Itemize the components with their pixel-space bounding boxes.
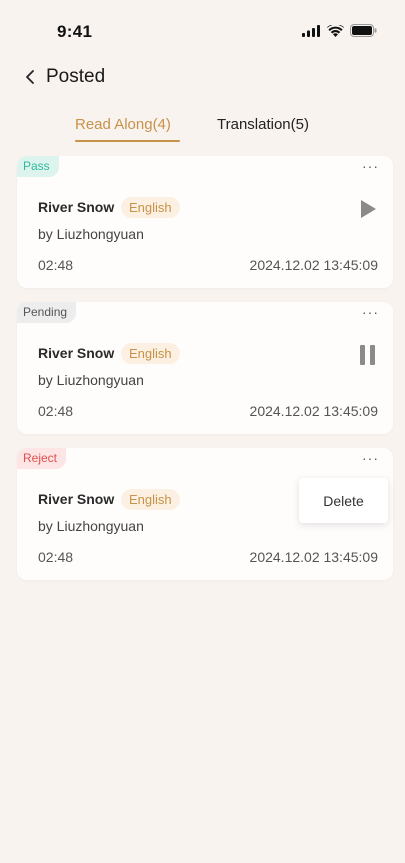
song-title: River Snow	[38, 491, 115, 507]
pause-button[interactable]	[357, 344, 379, 366]
page-title: Posted	[46, 66, 106, 87]
duration: 02:48	[38, 403, 74, 419]
song-title: River Snow	[38, 199, 115, 215]
back-button[interactable]	[20, 64, 40, 90]
tab-bar: Read Along(4) Translation(5)	[0, 112, 405, 146]
pause-icon	[360, 345, 375, 365]
more-button[interactable]: ···	[362, 158, 379, 174]
signal-icon	[302, 24, 320, 37]
play-button[interactable]	[357, 198, 379, 220]
language-tag: English	[121, 343, 180, 364]
tab-active-indicator	[75, 140, 180, 142]
post-date: 2024.12.02 13:45:09	[249, 549, 378, 565]
author: by Liuzhongyuan	[38, 372, 144, 388]
status-time: 9:41	[57, 22, 93, 41]
author: by Liuzhongyuan	[38, 518, 144, 534]
status-bar: 9:41	[0, 0, 405, 60]
post-date: 2024.12.02 13:45:09	[249, 257, 378, 273]
duration: 02:48	[38, 549, 74, 565]
language-tag: English	[121, 489, 180, 510]
chevron-left-icon	[26, 70, 34, 84]
delete-menu-item[interactable]: Delete	[299, 478, 388, 523]
song-title: River Snow	[38, 345, 115, 361]
duration: 02:48	[38, 257, 74, 273]
status-icons	[302, 24, 377, 37]
battery-icon	[350, 24, 377, 37]
status-badge: Pass	[17, 156, 59, 177]
more-button[interactable]: ···	[362, 304, 379, 320]
tab-read-along[interactable]: Read Along(4)	[75, 116, 171, 133]
language-tag: English	[121, 197, 180, 218]
post-date: 2024.12.02 13:45:09	[249, 403, 378, 419]
play-icon	[361, 200, 376, 218]
author: by Liuzhongyuan	[38, 226, 144, 242]
post-card[interactable]: Pending ··· River Snow English by Liuzho…	[17, 302, 393, 434]
post-card[interactable]: Pass ··· River Snow English by Liuzhongy…	[17, 156, 393, 288]
status-badge: Reject	[17, 448, 67, 469]
status-badge: Pending	[17, 302, 77, 323]
more-button[interactable]: ···	[362, 450, 379, 466]
header: Posted	[0, 62, 405, 94]
tab-translation[interactable]: Translation(5)	[217, 116, 309, 133]
wifi-icon	[327, 24, 344, 37]
